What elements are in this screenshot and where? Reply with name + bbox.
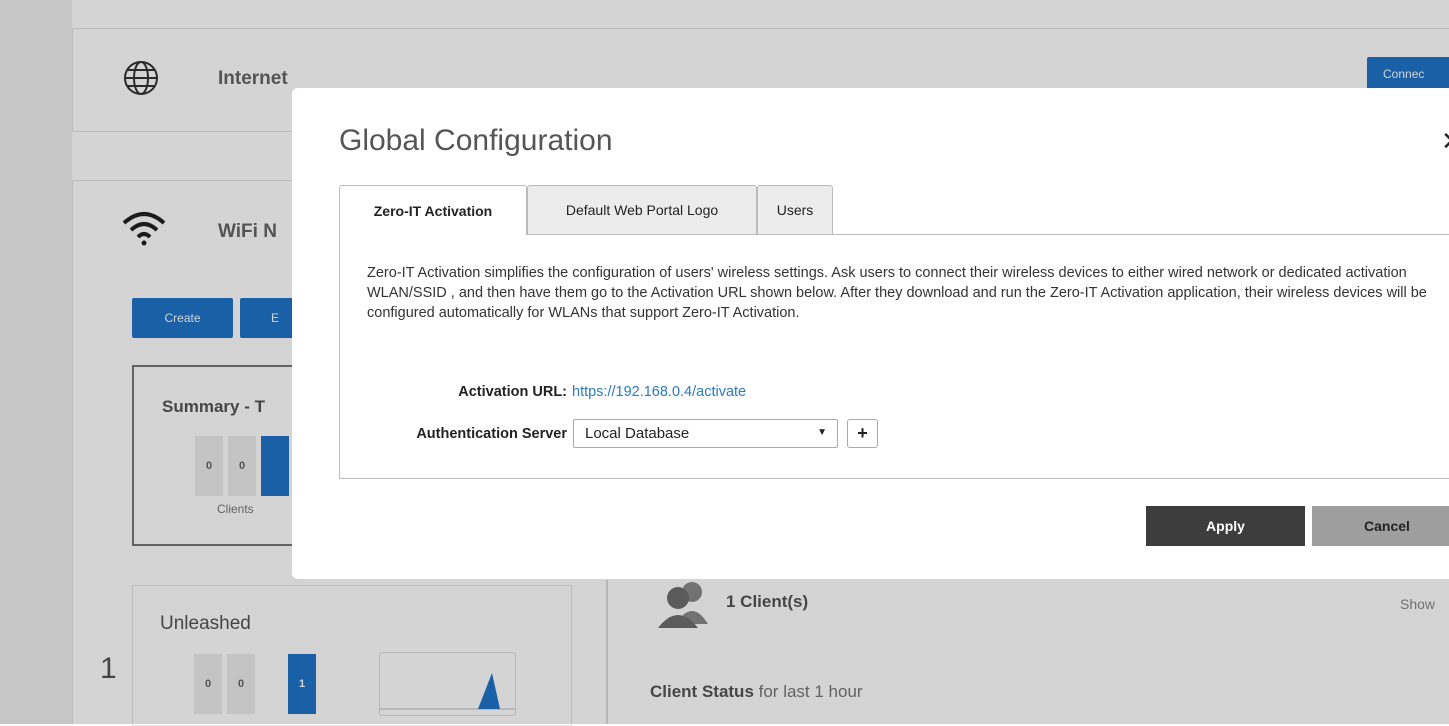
global-configuration-dialog: Global Configuration ✕ Zero-IT Activatio…	[292, 88, 1449, 579]
tab-zero-it-activation[interactable]: Zero-IT Activation	[339, 185, 527, 235]
auth-server-label: Authentication Server	[416, 426, 567, 442]
add-auth-server-button[interactable]: +	[847, 419, 878, 448]
dialog-title: Global Configuration	[339, 124, 613, 157]
tab-panel: Zero-IT Activation simplifies the config…	[339, 234, 1449, 479]
zero-it-description: Zero-IT Activation simplifies the config…	[367, 265, 1427, 321]
auth-server-select[interactable]: Local Database ▼	[573, 419, 838, 448]
caret-down-icon: ▼	[817, 427, 827, 438]
activation-url-link[interactable]: https://192.168.0.4/activate	[572, 384, 746, 400]
close-icon[interactable]: ✕	[1441, 126, 1449, 157]
activation-url-label: Activation URL:	[458, 384, 567, 400]
tab-users[interactable]: Users	[757, 185, 833, 234]
tab-default-web-portal-logo[interactable]: Default Web Portal Logo	[527, 185, 757, 234]
cancel-button[interactable]: Cancel	[1312, 506, 1449, 546]
apply-button[interactable]: Apply	[1146, 506, 1305, 546]
auth-server-value: Local Database	[585, 425, 690, 442]
